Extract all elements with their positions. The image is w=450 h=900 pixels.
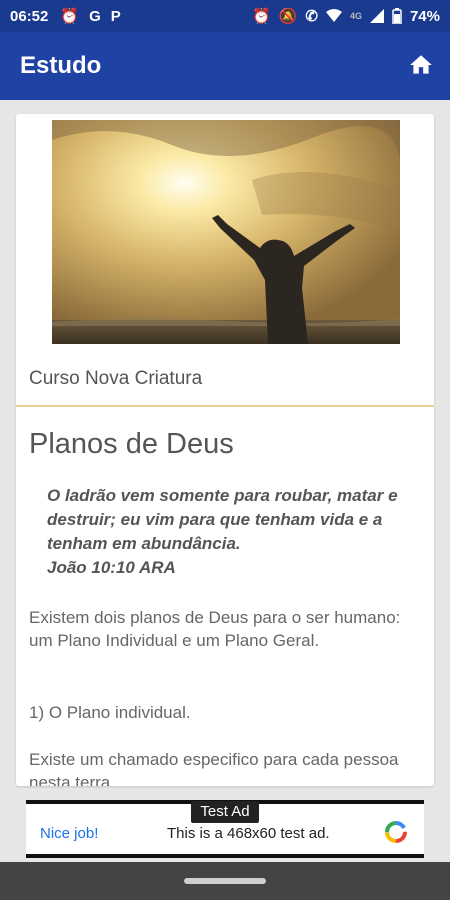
google-icon: G (89, 7, 101, 25)
course-name: Curso Nova Criatura (29, 368, 203, 389)
ad-cta[interactable]: Nice job! (40, 825, 98, 842)
battery-level: 74% (409, 7, 440, 25)
ad-logo-icon (385, 821, 407, 843)
status-bar: 06:52 ⏰ G P ⏰ 🔕 ✆ 4G 74% (0, 0, 450, 32)
alarm-icon: ⏰ (252, 7, 271, 25)
network-type: 4G (349, 11, 362, 21)
divider (16, 405, 434, 407)
navigation-bar (0, 862, 450, 900)
battery-icon (392, 8, 402, 24)
wifi-icon (325, 9, 342, 22)
paragraph: 1) O Plano individual. (29, 703, 191, 722)
quote-text: O ladrão vem somente para roubar, matar … (47, 486, 398, 553)
paragraph: Existe um chamado especifico para cada p… (29, 750, 399, 786)
ad-text[interactable]: This is a 468x60 test ad. (167, 825, 330, 842)
bible-quote: O ladrão vem somente para roubar, matar … (47, 484, 432, 580)
home-icon[interactable] (408, 52, 434, 78)
ad-label: Test Ad (191, 801, 259, 823)
home-gesture-handle[interactable] (184, 878, 266, 884)
status-time: 06:52 (10, 7, 49, 25)
call-icon: ✆ (305, 7, 318, 25)
study-title: Planos de Deus (29, 428, 234, 460)
page-title: Estudo (20, 52, 102, 79)
paragraph: Existem dois planos de Deus para o ser h… (29, 608, 401, 650)
alarm-icon: ⏰ (60, 7, 80, 25)
app-bar: Estudo (0, 32, 450, 100)
mute-icon: 🔕 (278, 7, 298, 25)
pinterest-icon: P (110, 7, 121, 25)
quote-reference: João 10:10 ARA (47, 558, 176, 577)
hero-image (52, 120, 400, 344)
study-card: Curso Nova Criatura Planos de Deus O lad… (16, 114, 434, 786)
signal-icon (369, 9, 384, 23)
